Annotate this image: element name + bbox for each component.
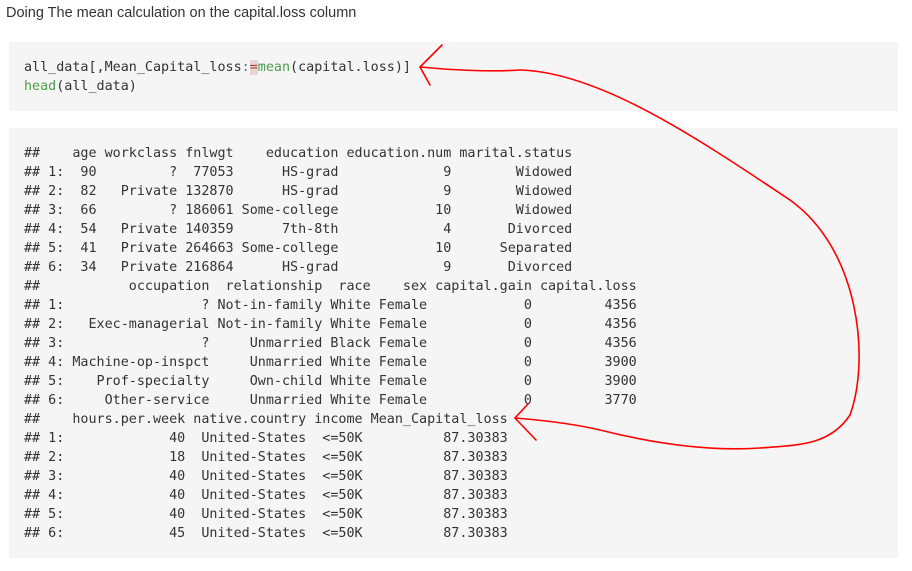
output-line: ## 5: Prof-specialty Own-child White Fem… [24,374,637,389]
code-token-mean: mean [257,60,291,75]
output-line: ## 2: 18 United-States <=50K 87.30383 [24,450,508,465]
output-line: ## 1: 40 United-States <=50K 87.30383 [24,431,508,446]
code-token-colon: : [241,60,250,75]
output-line: ## 3: 66 ? 186061 Some-college 10 Widowe… [24,203,573,218]
output-line: ## 6: 45 United-States <=50K 87.30383 [24,526,508,541]
code-token-head: head [24,79,57,94]
output-line: ## 6: Other-service Unmarried White Fema… [24,393,637,408]
output-line: ## occupation relationship race sex capi… [24,279,637,294]
section-heading: Doing The mean calculation on the capita… [6,5,357,21]
output-line: ## age workclass fnlwgt education educat… [24,146,573,161]
code-token: (all_data) [56,79,137,94]
output-line: ## 2: 82 Private 132870 HS-grad 9 Widowe… [24,184,573,199]
output-line: ## 6: 34 Private 216864 HS-grad 9 Divorc… [24,260,573,275]
output-line: ## 4: 40 United-States <=50K 87.30383 [24,488,508,503]
code-token: (capital.loss)] [290,60,411,75]
output-line: ## hours.per.week native.country income … [24,412,508,427]
code-token-assign: = [249,60,258,75]
output-line: ## 5: 40 United-States <=50K 87.30383 [24,507,508,522]
code-chunk: all_data[,Mean_Capital_loss:=mean(capita… [9,42,898,111]
output-line: ## 1: 90 ? 77053 HS-grad 9 Widowed [24,165,573,180]
output-line: ## 2: Exec-managerial Not-in-family Whit… [24,317,637,332]
output-chunk: ## age workclass fnlwgt education educat… [9,128,898,558]
output-text: ## age workclass fnlwgt education educat… [24,144,637,543]
code-text: all_data[,Mean_Capital_loss:=mean(capita… [24,58,411,96]
output-line: ## 3: ? Unmarried Black Female 0 4356 [24,336,637,351]
code-line-1: all_data[,Mean_Capital_loss:=mean(capita… [24,60,411,75]
output-line: ## 4: Machine-op-inspct Unmarried White … [24,355,637,370]
code-line-2: head(all_data) [24,79,137,94]
output-line: ## 4: 54 Private 140359 7th-8th 4 Divorc… [24,222,573,237]
output-line: ## 5: 41 Private 264663 Some-college 10 … [24,241,573,256]
output-line: ## 1: ? Not-in-family White Female 0 435… [24,298,637,313]
output-line: ## 3: 40 United-States <=50K 87.30383 [24,469,508,484]
code-token: all_data[,Mean_Capital_loss [24,60,242,75]
